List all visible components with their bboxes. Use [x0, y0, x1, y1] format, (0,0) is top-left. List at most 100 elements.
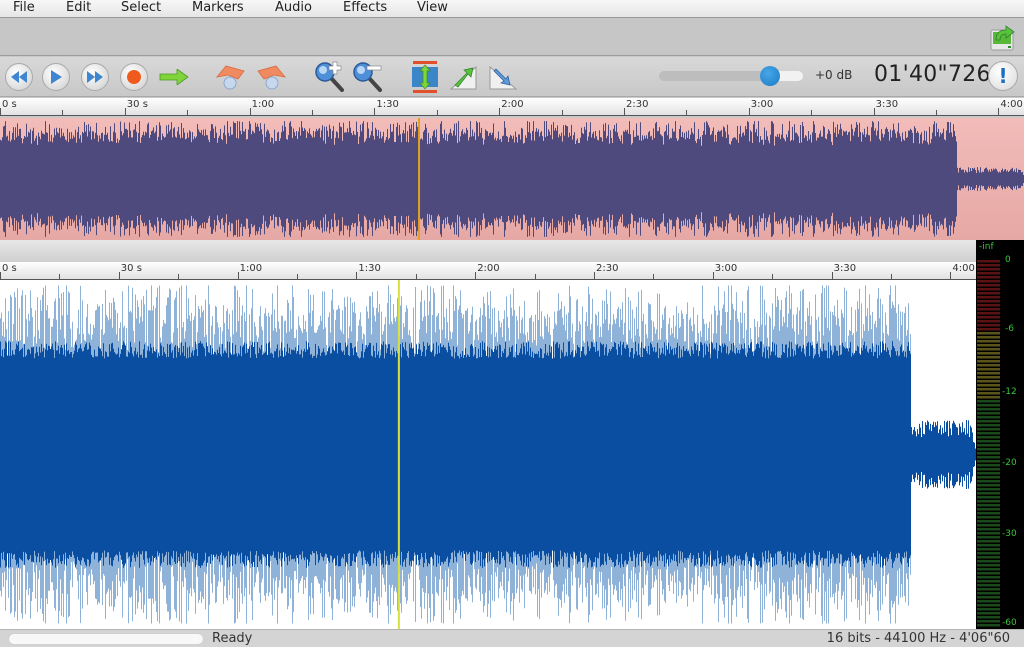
fast-forward-button[interactable] [80, 62, 110, 92]
redo-button[interactable] [254, 62, 288, 92]
meter-segment [977, 288, 1000, 291]
meter-segment [977, 444, 1000, 447]
menu-markers[interactable]: Markers [192, 0, 244, 16]
meter-segment [977, 276, 1000, 279]
ruler-label: 30 s [126, 99, 148, 110]
ruler-minor-tick [312, 110, 313, 115]
zoom-in-icon [315, 61, 344, 92]
meter-segment [977, 572, 1000, 575]
zoom-in-button[interactable] [313, 61, 347, 92]
meter-segment [977, 516, 1000, 519]
menu-edit[interactable]: Edit [66, 0, 91, 16]
ruler-label: 3:00 [750, 99, 774, 110]
meter-segment [977, 284, 1000, 287]
meter-label-60: -60 [1002, 618, 1017, 628]
zoom-out-icon [353, 62, 382, 92]
ruler-label: 3:30 [833, 263, 857, 274]
main-waveform[interactable] [0, 280, 976, 629]
export-button[interactable] [988, 20, 1018, 52]
main-time-ruler[interactable]: 0 s 30 s 1:00 1:30 2:00 2:30 3:00 3:30 4:00 [0, 262, 976, 280]
ruler-label: 1:30 [358, 263, 381, 274]
meter-segment [977, 624, 1000, 627]
info-icon: ! [998, 64, 1008, 88]
arrow-right-icon [159, 69, 189, 85]
audio-format-info: 16 bits - 44100 Hz - 4'06"60 [826, 631, 1010, 646]
volume-slider-handle[interactable] [760, 66, 780, 86]
meter-segment [977, 520, 1000, 523]
meter-segment [977, 268, 1000, 271]
meter-label-12: -12 [1002, 387, 1017, 397]
meter-segment [977, 304, 1000, 307]
record-icon [127, 70, 141, 84]
fade-in-button[interactable] [449, 62, 479, 92]
meter-segment [977, 408, 1000, 411]
meter-segment [977, 456, 1000, 459]
meter-segment [977, 468, 1000, 471]
rewind-button[interactable] [4, 62, 34, 92]
meter-segment [977, 588, 1000, 591]
play-button[interactable] [41, 62, 71, 92]
ruler-minor-tick [178, 274, 180, 279]
play-icon [51, 70, 62, 84]
meter-segment [977, 592, 1000, 595]
meter-segment [977, 508, 1000, 511]
rewind-icon [11, 71, 27, 83]
meter-segment [977, 436, 1000, 439]
ruler-major-tick [873, 108, 875, 115]
zoom-out-button[interactable] [351, 62, 385, 92]
meter-segment [977, 440, 1000, 443]
info-button[interactable]: ! [988, 61, 1018, 91]
level-meter: -inf 0 -6 -12 -20 -30 -60 [976, 240, 1024, 629]
meter-segment [977, 404, 1000, 407]
meter-segment [977, 604, 1000, 607]
undo-button[interactable] [214, 62, 248, 92]
fade-out-button[interactable] [487, 62, 519, 92]
ruler-minor-tick [436, 110, 438, 115]
meter-segment [977, 332, 1000, 335]
ruler-minor-tick [415, 274, 417, 279]
meter-segment [977, 340, 1000, 343]
level-meter-bars [977, 260, 1000, 627]
overview-waveform[interactable] [0, 118, 1024, 240]
fit-vertical-icon [412, 61, 438, 93]
zoom-fit-button[interactable] [410, 61, 440, 93]
meter-segment [977, 264, 1000, 267]
ruler-minor-tick [187, 110, 189, 115]
menu-file[interactable]: File [13, 0, 35, 16]
ruler-minor-tick [653, 274, 655, 279]
ruler-major-tick [118, 272, 120, 279]
meter-label-30: -30 [1002, 529, 1017, 539]
volume-db-label: +0 dB [815, 68, 853, 82]
fast-forward-icon [87, 71, 103, 83]
record-button[interactable] [119, 62, 149, 92]
meter-segment [977, 496, 1000, 499]
menu-audio[interactable]: Audio [275, 0, 312, 16]
transport-toolbar: +0 dB 01'40"726 ! [0, 57, 1024, 97]
meter-segment [977, 324, 1000, 327]
ruler-label: 4:00 [1000, 99, 1023, 110]
ruler-minor-tick [62, 110, 64, 115]
ruler-major-tick [249, 108, 251, 115]
ruler-label: 4:00 [952, 263, 975, 274]
overview-time-ruler[interactable]: 0 s 30 s 1:00 1:30 2:00 2:30 3:00 3:30 4:00 [0, 98, 1024, 116]
meter-segment [977, 380, 1000, 383]
volume-slider[interactable] [659, 71, 803, 81]
meter-segment [977, 536, 1000, 539]
ruler-label: 0 s [2, 99, 17, 110]
ruler-label: 2:30 [596, 263, 619, 274]
meter-segment [977, 296, 1000, 299]
menu-effects[interactable]: Effects [343, 0, 387, 16]
menu-select[interactable]: Select [121, 0, 161, 16]
meter-segment [977, 396, 1000, 399]
meter-segment [977, 524, 1000, 527]
meter-segment [977, 420, 1000, 423]
menu-view[interactable]: View [417, 0, 448, 16]
meter-segment [977, 412, 1000, 415]
export-icon [990, 25, 1015, 51]
meter-segment [977, 300, 1000, 303]
meter-label-0: 0 [1005, 255, 1011, 265]
meter-segment [977, 376, 1000, 379]
ruler-label: 2:00 [501, 99, 524, 110]
go-to-button[interactable] [158, 62, 190, 92]
ruler-major-tick [998, 108, 1000, 115]
